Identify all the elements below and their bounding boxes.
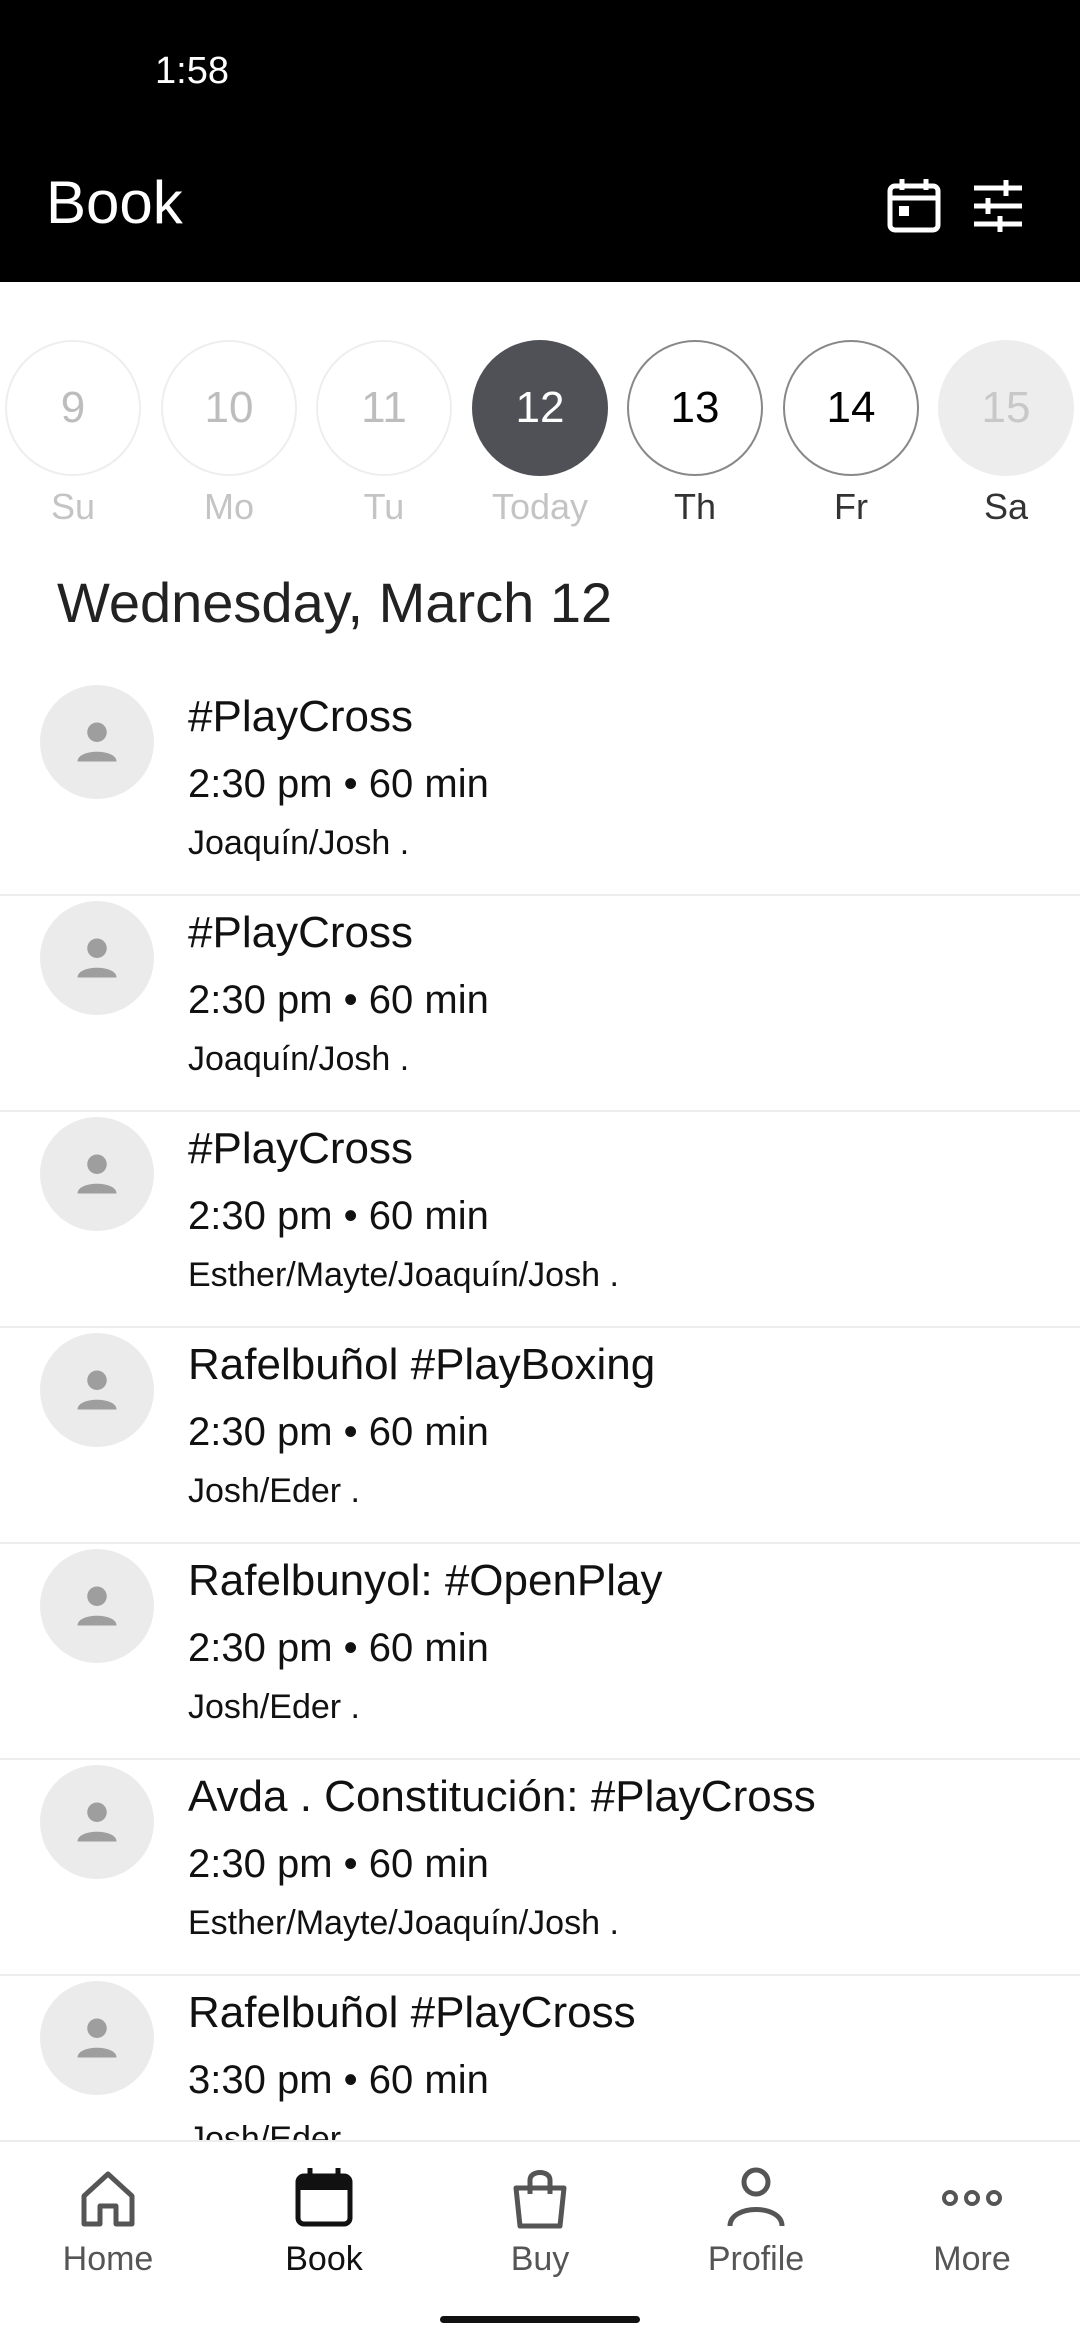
person-icon	[77, 722, 117, 762]
nav-label: Buy	[510, 2240, 570, 2278]
class-instructors: Esther/Mayte/Joaquín/Josh .	[188, 1904, 619, 1942]
calendar-icon[interactable]	[882, 174, 946, 238]
list-item[interactable]: Avda . Constitución: #PlayCross 2:30 pm …	[0, 1760, 1080, 1976]
bottom-nav: Home Book Buy Profile More	[0, 2140, 1080, 2340]
class-title: Rafelbunyol: #OpenPlay	[188, 1556, 663, 1605]
person-icon	[727, 2167, 785, 2227]
date-heading: Wednesday, March 12	[57, 571, 613, 634]
avatar	[40, 1117, 154, 1231]
class-instructors: Joaquín/Josh .	[188, 1040, 410, 1078]
avatar	[40, 1333, 154, 1447]
class-title: Rafelbuñol #PlayBoxing	[188, 1340, 656, 1389]
nav-label: Book	[285, 2240, 363, 2278]
avatar	[40, 1981, 154, 2095]
nav-more[interactable]: More	[864, 2162, 1080, 2302]
nav-label: Home	[62, 2240, 154, 2278]
person-icon	[77, 1370, 117, 1410]
class-list: #PlayCross 2:30 pm • 60 min Joaquín/Josh…	[0, 680, 1080, 2140]
day-number: 9	[5, 340, 141, 476]
class-time: 2:30 pm • 60 min	[188, 978, 489, 1022]
day-number: 12	[472, 340, 608, 476]
list-item[interactable]: Rafelbuñol #PlayBoxing 2:30 pm • 60 min …	[0, 1328, 1080, 1544]
class-title: #PlayCross	[188, 692, 413, 741]
avatar	[40, 901, 154, 1015]
person-icon	[77, 1802, 117, 1842]
more-dots-icon	[942, 2190, 1002, 2206]
nav-profile[interactable]: Profile	[648, 2162, 864, 2302]
class-time: 2:30 pm • 60 min	[188, 1626, 489, 1670]
class-instructors: Josh/Eder .	[188, 1472, 360, 1510]
class-title: #PlayCross	[188, 1124, 413, 1173]
app-header: Book	[0, 140, 1080, 282]
status-bar: 1:58	[0, 0, 1080, 140]
day-number: 14	[783, 340, 919, 476]
day-13[interactable]: 13 Th	[627, 340, 763, 590]
class-time: 2:30 pm • 60 min	[188, 762, 489, 806]
person-icon	[77, 2018, 117, 2058]
class-time: 3:30 pm • 60 min	[188, 2058, 489, 2102]
avatar	[40, 1549, 154, 1663]
class-title: #PlayCross	[188, 908, 413, 957]
class-instructors: Joaquín/Josh .	[188, 824, 410, 862]
day-14[interactable]: 14 Fr	[783, 340, 919, 590]
filter-sliders-icon[interactable]	[966, 174, 1030, 238]
day-number: 11	[316, 340, 452, 476]
nav-label: More	[933, 2240, 1011, 2278]
list-item[interactable]: #PlayCross 2:30 pm • 60 min Esther/Mayte…	[0, 1112, 1080, 1328]
avatar	[40, 1765, 154, 1879]
day-number: 13	[627, 340, 763, 476]
day-label: Th	[673, 486, 716, 527]
class-instructors: Josh/Eder .	[188, 2120, 360, 2140]
day-label: Mo	[203, 486, 254, 527]
day-12-today[interactable]: 12 Today	[472, 340, 608, 590]
day-number: 15	[938, 340, 1074, 476]
nav-book[interactable]: Book	[216, 2162, 432, 2302]
day-11[interactable]: 11 Tu	[316, 340, 452, 590]
class-time: 2:30 pm • 60 min	[188, 1410, 489, 1454]
calendar-icon	[295, 2168, 353, 2227]
app-screen: 1:58 Book 9 Su 10 Mo 11 Tu 12 Today 13 T…	[0, 0, 1080, 2340]
list-item[interactable]: Rafelbuñol #PlayCross 3:30 pm • 60 min J…	[0, 1976, 1080, 2140]
list-item[interactable]: #PlayCross 2:30 pm • 60 min Joaquín/Josh…	[0, 680, 1080, 896]
avatar	[40, 685, 154, 799]
page-title: Book	[46, 169, 183, 236]
class-instructors: Josh/Eder .	[188, 1688, 360, 1726]
class-title: Avda . Constitución: #PlayCross	[188, 1772, 816, 1821]
day-label: Su	[50, 486, 96, 527]
date-strip: 9 Su 10 Mo 11 Tu 12 Today 13 Th 14 Fr 15…	[0, 282, 1080, 532]
home-indicator[interactable]	[440, 2316, 640, 2323]
class-time: 2:30 pm • 60 min	[188, 1194, 489, 1238]
person-icon	[77, 938, 117, 978]
day-label: Today	[491, 486, 589, 527]
day-10[interactable]: 10 Mo	[161, 340, 297, 590]
home-icon	[81, 2171, 135, 2227]
class-title: Rafelbuñol #PlayCross	[188, 1988, 636, 2037]
day-label: Tu	[363, 486, 405, 527]
nav-buy[interactable]: Buy	[432, 2162, 648, 2302]
person-icon	[77, 1586, 117, 1626]
day-number: 10	[161, 340, 297, 476]
day-label: Sa	[983, 486, 1029, 527]
person-icon	[77, 1154, 117, 1194]
list-item[interactable]: #PlayCross 2:30 pm • 60 min Joaquín/Josh…	[0, 896, 1080, 1112]
nav-label: Profile	[707, 2240, 805, 2278]
day-15[interactable]: 15 Sa	[938, 340, 1074, 590]
class-time: 2:30 pm • 60 min	[188, 1842, 489, 1886]
class-instructors: Esther/Mayte/Joaquín/Josh .	[188, 1256, 619, 1294]
day-9[interactable]: 9 Su	[5, 340, 141, 590]
day-label: Fr	[834, 486, 868, 527]
nav-home[interactable]: Home	[0, 2162, 216, 2302]
shopping-bag-icon	[513, 2170, 567, 2229]
status-time: 1:58	[155, 50, 229, 92]
list-item[interactable]: Rafelbunyol: #OpenPlay 2:30 pm • 60 min …	[0, 1544, 1080, 1760]
